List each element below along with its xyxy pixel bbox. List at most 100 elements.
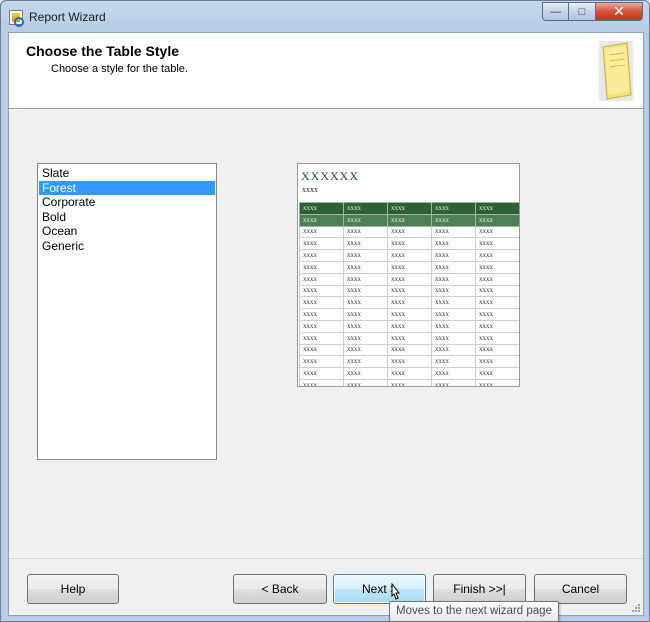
finish-button[interactable]: Finish >>| xyxy=(433,574,526,604)
preview-cell: xxxx xyxy=(475,284,519,298)
preview-cell: xxxx xyxy=(475,343,519,357)
preview-cell: xxxx xyxy=(299,213,344,227)
close-button[interactable]: ✕ xyxy=(596,2,643,21)
preview-cell: xxxx xyxy=(475,378,519,386)
preview-cell: xxxx xyxy=(387,367,432,380)
preview-cell: xxxx xyxy=(431,284,476,298)
preview-cell: xxxx xyxy=(431,202,476,215)
report-wizard-icon xyxy=(9,10,24,27)
style-option-bold[interactable]: Bold xyxy=(39,210,215,225)
preview-cell: xxxx xyxy=(343,331,388,345)
preview-cell: xxxx xyxy=(387,272,432,286)
report-wizard-window: Report Wizard — □ ✕ Choose the Table Sty… xyxy=(0,0,650,622)
preview-cell: xxxx xyxy=(475,308,519,321)
preview-cell: xxxx xyxy=(299,284,344,298)
maximize-button[interactable]: □ xyxy=(569,2,596,21)
preview-cell: xxxx xyxy=(343,378,388,386)
preview-cell: xxxx xyxy=(299,249,344,262)
window-title: Report Wizard xyxy=(29,10,106,24)
help-button[interactable]: Help xyxy=(27,574,119,604)
preview-cell: xxxx xyxy=(387,284,432,298)
preview-cell: xxxx xyxy=(431,367,476,380)
cancel-button[interactable]: Cancel xyxy=(534,574,627,604)
preview-cell: xxxx xyxy=(299,367,344,380)
preview-cell: xxxx xyxy=(431,343,476,357)
style-option-forest[interactable]: Forest xyxy=(39,180,215,196)
preview-cell: xxxx xyxy=(475,237,519,251)
preview-cell: xxxx xyxy=(299,272,344,286)
preview-cell: xxxx xyxy=(387,319,432,333)
window-controls: — □ ✕ xyxy=(542,2,643,21)
next-button[interactable]: Next > xyxy=(333,574,426,604)
preview-cell: xxxx xyxy=(343,343,388,357)
preview-row: xxxx xxxx xxxx xxxx xxxx xyxy=(299,308,519,321)
next-button-tooltip: Moves to the next wizard page xyxy=(389,601,559,622)
preview-cell: xxxx xyxy=(387,378,432,386)
style-option-slate[interactable]: Slate xyxy=(39,166,215,181)
preview-cell: xxxx xyxy=(343,237,388,251)
page-title: Choose the Table Style xyxy=(26,43,179,59)
preview-cell: xxxx xyxy=(475,202,519,215)
preview-row: xxxx xxxx xxxx xxxx xxxx xyxy=(299,319,519,333)
preview-title: XXXXXX xyxy=(301,169,359,183)
preview-cell: xxxx xyxy=(431,355,476,369)
preview-cell: xxxx xyxy=(343,272,388,286)
preview-cell: xxxx xyxy=(431,308,476,321)
preview-cell: xxxx xyxy=(431,213,476,227)
preview-cell: xxxx xyxy=(431,225,476,239)
preview-cell: xxxx xyxy=(431,272,476,286)
preview-row: xxxx xxxx xxxx xxxx xxxx xyxy=(299,225,519,239)
preview-cell: xxxx xyxy=(299,331,344,345)
preview-cell: xxxx xyxy=(387,343,432,357)
preview-cell: xxxx xyxy=(387,308,432,321)
preview-cell: xxxx xyxy=(475,249,519,262)
preview-row: xxxx xxxx xxxx xxxx xxxx xyxy=(299,296,519,310)
preview-cell: xxxx xyxy=(343,213,388,227)
style-option-corporate[interactable]: Corporate xyxy=(39,195,215,210)
preview-cell: xxxx xyxy=(431,378,476,386)
preview-cell: xxxx xyxy=(387,355,432,369)
report-page-icon xyxy=(599,41,633,101)
preview-cell: xxxx xyxy=(343,296,388,310)
preview-cell: xxxx xyxy=(343,367,388,380)
preview-cell: xxxx xyxy=(387,331,432,345)
page-subtitle: Choose a style for the table. xyxy=(51,63,188,75)
preview-cell: xxxx xyxy=(387,213,432,227)
preview-cell: xxxx xyxy=(387,249,432,262)
preview-cell: xxxx xyxy=(475,296,519,310)
preview-cell: xxxx xyxy=(299,355,344,369)
preview-cell: xxxx xyxy=(387,260,432,274)
preview-cell: xxxx xyxy=(299,308,344,321)
preview-row: xxxx xxxx xxxx xxxx xxxx xyxy=(299,378,519,386)
preview-cell: xxxx xyxy=(431,249,476,262)
style-option-generic[interactable]: Generic xyxy=(39,239,215,254)
preview-cell: xxxx xyxy=(343,225,388,239)
preview-cell: xxxx xyxy=(431,260,476,274)
minimize-button[interactable]: — xyxy=(542,2,569,21)
preview-cell: xxxx xyxy=(475,355,519,369)
preview-table: xxxx xxxx xxxx xxxx xxxx xxxx xxxx xxxx xxxx xxxx… xyxy=(299,202,519,386)
preview-cell: xxxx xyxy=(475,367,519,380)
style-option-ocean[interactable]: Ocean xyxy=(39,224,215,239)
preview-cell: xxxx xyxy=(343,260,388,274)
table-style-listbox[interactable]: Slate Forest Corporate Bold Ocean Generic xyxy=(37,163,217,460)
preview-cell: xxxx xyxy=(299,319,344,333)
preview-cell: xxxx xyxy=(431,319,476,333)
back-button[interactable]: < Back xyxy=(233,574,327,604)
preview-cell: xxxx xyxy=(431,331,476,345)
mouse-pointer-icon xyxy=(391,583,401,600)
title-bar[interactable]: Report Wizard — □ ✕ xyxy=(1,1,649,33)
preview-cell: xxxx xyxy=(343,355,388,369)
preview-cell: xxxx xyxy=(299,378,344,386)
preview-cell: xxxx xyxy=(475,225,519,239)
preview-cell: xxxx xyxy=(343,308,388,321)
resize-grip-icon[interactable] xyxy=(631,603,641,613)
preview-cell: xxxx xyxy=(475,213,519,227)
preview-row: xxxx xxxx xxxx xxxx xxxx xyxy=(299,237,519,251)
preview-row: xxxx xxxx xxxx xxxx xxxx xyxy=(299,355,519,369)
preview-row: xxxx xxxx xxxx xxxx xxxx xyxy=(299,202,519,215)
preview-cell: xxxx xyxy=(299,202,344,215)
preview-cell: xxxx xyxy=(387,296,432,310)
button-separator xyxy=(9,558,643,559)
preview-row: xxxx xxxx xxxx xxxx xxxx xyxy=(299,249,519,262)
